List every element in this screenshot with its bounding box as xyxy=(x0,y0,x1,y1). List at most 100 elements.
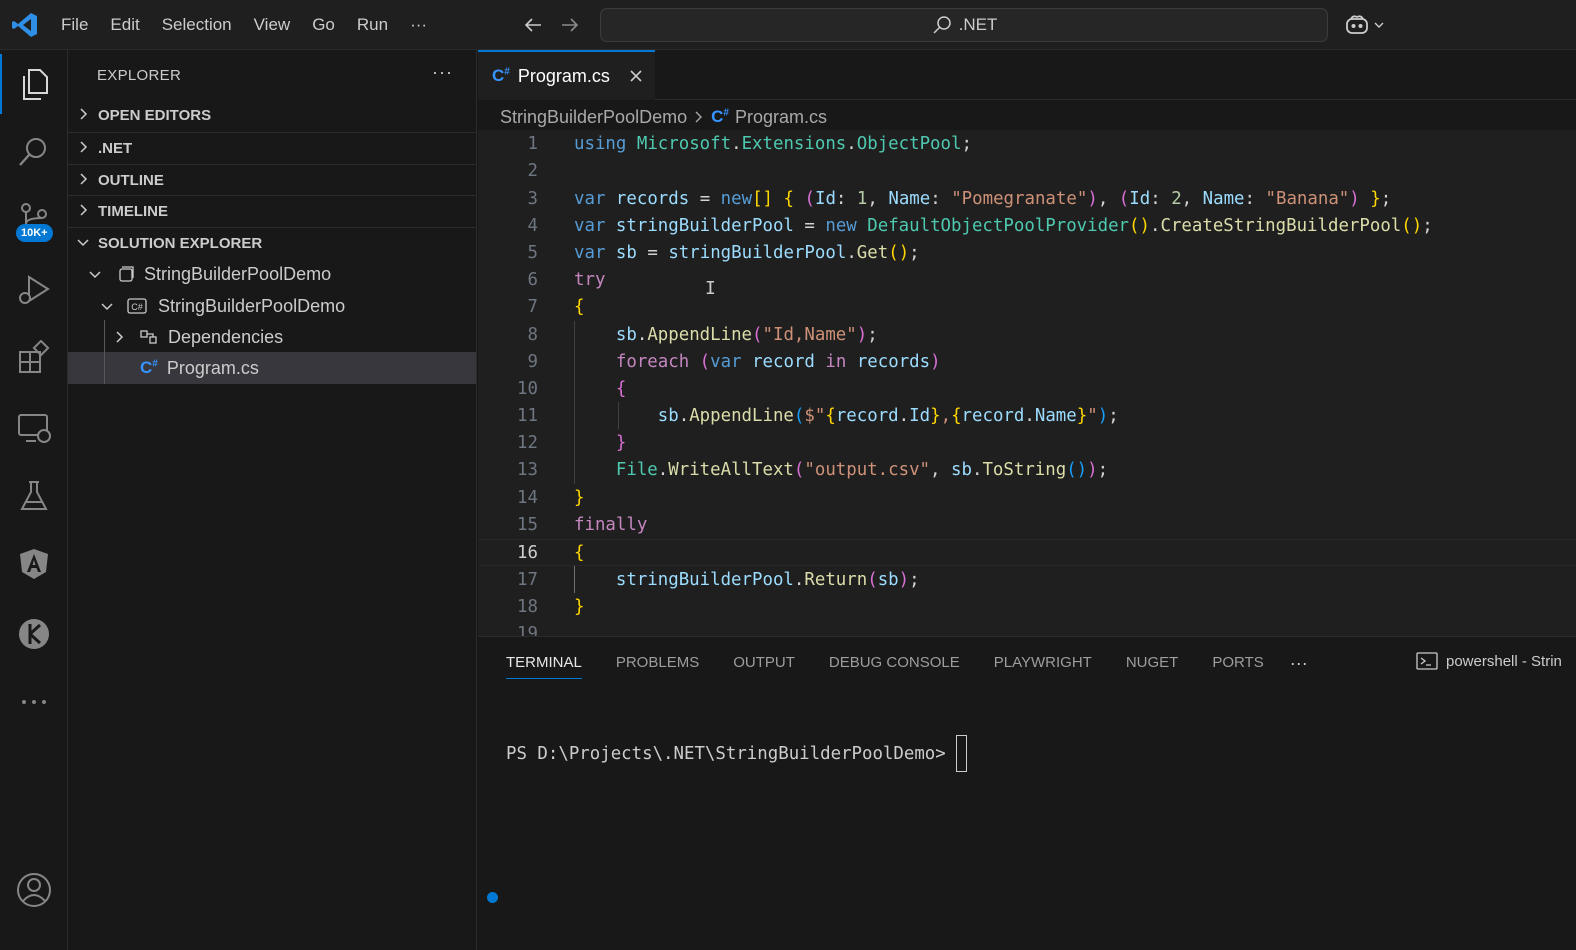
sidebar-title: EXPLORER xyxy=(97,67,182,84)
section-dotnet[interactable]: .NET xyxy=(68,132,476,163)
terminal-prompt[interactable]: PS D:\Projects\.NET\StringBuilderPoolDem… xyxy=(506,735,967,772)
section-solution-explorer[interactable]: SOLUTION EXPLORER xyxy=(68,227,476,258)
remote-explorer-activity[interactable] xyxy=(0,398,68,458)
breadcrumb-folder[interactable]: StringBuilderPoolDemo xyxy=(500,107,687,128)
chevron-right-icon xyxy=(80,140,88,153)
section-open-editors[interactable]: OPEN EDITORS xyxy=(68,100,476,131)
account-icon xyxy=(17,873,51,907)
code-editor[interactable]: 1 using Microsoft.Extensions.ObjectPool; … xyxy=(478,130,1576,636)
run-debug-activity[interactable] xyxy=(0,260,68,320)
code-line: 12 } xyxy=(517,433,627,453)
code-line: 17 stringBuilderPool.Return(sb); xyxy=(517,570,920,590)
panel-more-button[interactable]: ··· xyxy=(1290,653,1308,674)
terminal-icon xyxy=(1416,652,1438,670)
explorer-sidebar: EXPLORER ··· OPEN EDITORS .NET OUTLINE T… xyxy=(68,50,477,950)
tree-item-dependencies[interactable]: Dependencies xyxy=(68,321,476,353)
tree-item-label: StringBuilderPoolDemo xyxy=(144,263,332,284)
tab-ports[interactable]: PORTS xyxy=(1212,637,1263,689)
editor-tab-bar: C# Program.cs xyxy=(478,50,1576,100)
tree-item-program-cs[interactable]: C# Program.cs xyxy=(68,352,476,384)
more-icon xyxy=(22,700,46,704)
extensions-icon xyxy=(19,340,50,373)
files-icon xyxy=(23,69,48,100)
breadcrumb-file[interactable]: Program.cs xyxy=(735,107,827,128)
code-line: 10 { xyxy=(517,379,627,399)
flask-icon xyxy=(20,481,48,510)
tree-item-label: StringBuilderPoolDemo xyxy=(158,295,346,316)
menu-edit[interactable]: Edit xyxy=(99,0,150,50)
menu-file[interactable]: File xyxy=(50,0,99,50)
vscode-logo-icon xyxy=(12,13,37,37)
tab-nuget[interactable]: NUGET xyxy=(1126,637,1179,689)
tab-playwright[interactable]: PLAYWRIGHT xyxy=(994,637,1092,689)
dependencies-icon xyxy=(140,330,157,344)
code-line: 2 xyxy=(527,161,538,181)
terminal-cursor xyxy=(955,735,967,772)
kubernetes-icon xyxy=(19,619,49,649)
chevron-right-icon xyxy=(80,203,88,216)
sidebar-more-button[interactable]: ··· xyxy=(432,62,453,83)
panel-tab-bar: TERMINAL PROBLEMS OUTPUT DEBUG CONSOLE P… xyxy=(478,637,1308,689)
code-line: 8 sb.AppendLine("Id,Name"); xyxy=(527,325,878,345)
chevron-right-icon xyxy=(80,172,88,185)
testing-activity[interactable] xyxy=(0,466,68,526)
bottom-panel: TERMINAL PROBLEMS OUTPUT DEBUG CONSOLE P… xyxy=(478,636,1576,950)
code-line: 15 finally xyxy=(517,515,648,535)
menu-bar: File Edit Selection View Go Run ··· xyxy=(50,0,438,50)
section-timeline[interactable]: TIMELINE xyxy=(68,195,476,226)
section-label: SOLUTION EXPLORER xyxy=(98,234,263,252)
terminal-selector[interactable]: powershell - Strin xyxy=(1416,651,1562,671)
tab-problems[interactable]: PROBLEMS xyxy=(616,637,699,689)
search-text: .NET xyxy=(958,15,998,34)
code-line: 9 foreach (var record in records) xyxy=(527,352,941,372)
solution-icon xyxy=(119,266,134,282)
menu-more[interactable]: ··· xyxy=(399,0,438,50)
csharp-file-icon: C# xyxy=(711,107,729,126)
chevron-down-icon xyxy=(77,238,89,246)
section-label: .NET xyxy=(98,139,133,157)
angular-icon xyxy=(20,549,48,579)
title-bar: File Edit Selection View Go Run ··· .NET xyxy=(0,0,1576,50)
chevron-right-icon xyxy=(80,108,88,120)
more-activity[interactable] xyxy=(0,672,68,732)
code-line: 14} xyxy=(517,488,585,508)
section-label: OPEN EDITORS xyxy=(98,107,212,124)
text-cursor-icon: I xyxy=(705,278,716,299)
explorer-activity[interactable] xyxy=(0,54,68,114)
code-line-current: 16{ xyxy=(478,539,1576,566)
accounts-activity[interactable] xyxy=(0,860,68,920)
remote-explorer-icon xyxy=(18,414,51,443)
code-line: 1 using Microsoft.Extensions.ObjectPool; xyxy=(527,134,972,154)
back-arrow-icon[interactable] xyxy=(521,13,545,37)
chevron-right-icon xyxy=(116,331,124,343)
status-dot xyxy=(487,892,498,903)
section-outline[interactable]: OUTLINE xyxy=(68,164,476,195)
copilot-button[interactable] xyxy=(1344,12,1392,38)
kubernetes-activity[interactable] xyxy=(0,604,68,664)
tab-program-cs[interactable]: C# Program.cs xyxy=(478,50,655,100)
search-icon xyxy=(19,138,46,166)
tab-terminal[interactable]: TERMINAL xyxy=(506,637,582,689)
command-center-search[interactable]: .NET xyxy=(600,8,1328,42)
run-debug-icon xyxy=(19,275,50,304)
angular-activity[interactable] xyxy=(0,534,68,594)
forward-arrow-icon[interactable] xyxy=(558,13,582,37)
menu-run[interactable]: Run xyxy=(346,0,399,50)
tree-indent-guide xyxy=(104,320,105,384)
extensions-activity[interactable] xyxy=(0,328,68,388)
chevron-down-icon xyxy=(89,271,101,279)
activity-bar: 10K+ xyxy=(0,50,68,950)
close-icon[interactable] xyxy=(628,68,644,84)
tab-debug-console[interactable]: DEBUG CONSOLE xyxy=(829,637,960,689)
search-activity[interactable] xyxy=(0,122,68,182)
section-label: OUTLINE xyxy=(98,171,164,189)
tree-item-solution[interactable]: StringBuilderPoolDemo xyxy=(68,258,476,290)
csharp-file-icon: C# xyxy=(140,358,158,377)
code-line: 5 var sb = stringBuilderPool.Get(); xyxy=(527,243,920,263)
tab-output[interactable]: OUTPUT xyxy=(733,637,795,689)
menu-selection[interactable]: Selection xyxy=(151,0,243,50)
tree-item-project[interactable]: C# StringBuilderPoolDemo xyxy=(68,290,476,322)
search-icon xyxy=(933,16,951,34)
menu-view[interactable]: View xyxy=(243,0,302,50)
menu-go[interactable]: Go xyxy=(301,0,346,50)
